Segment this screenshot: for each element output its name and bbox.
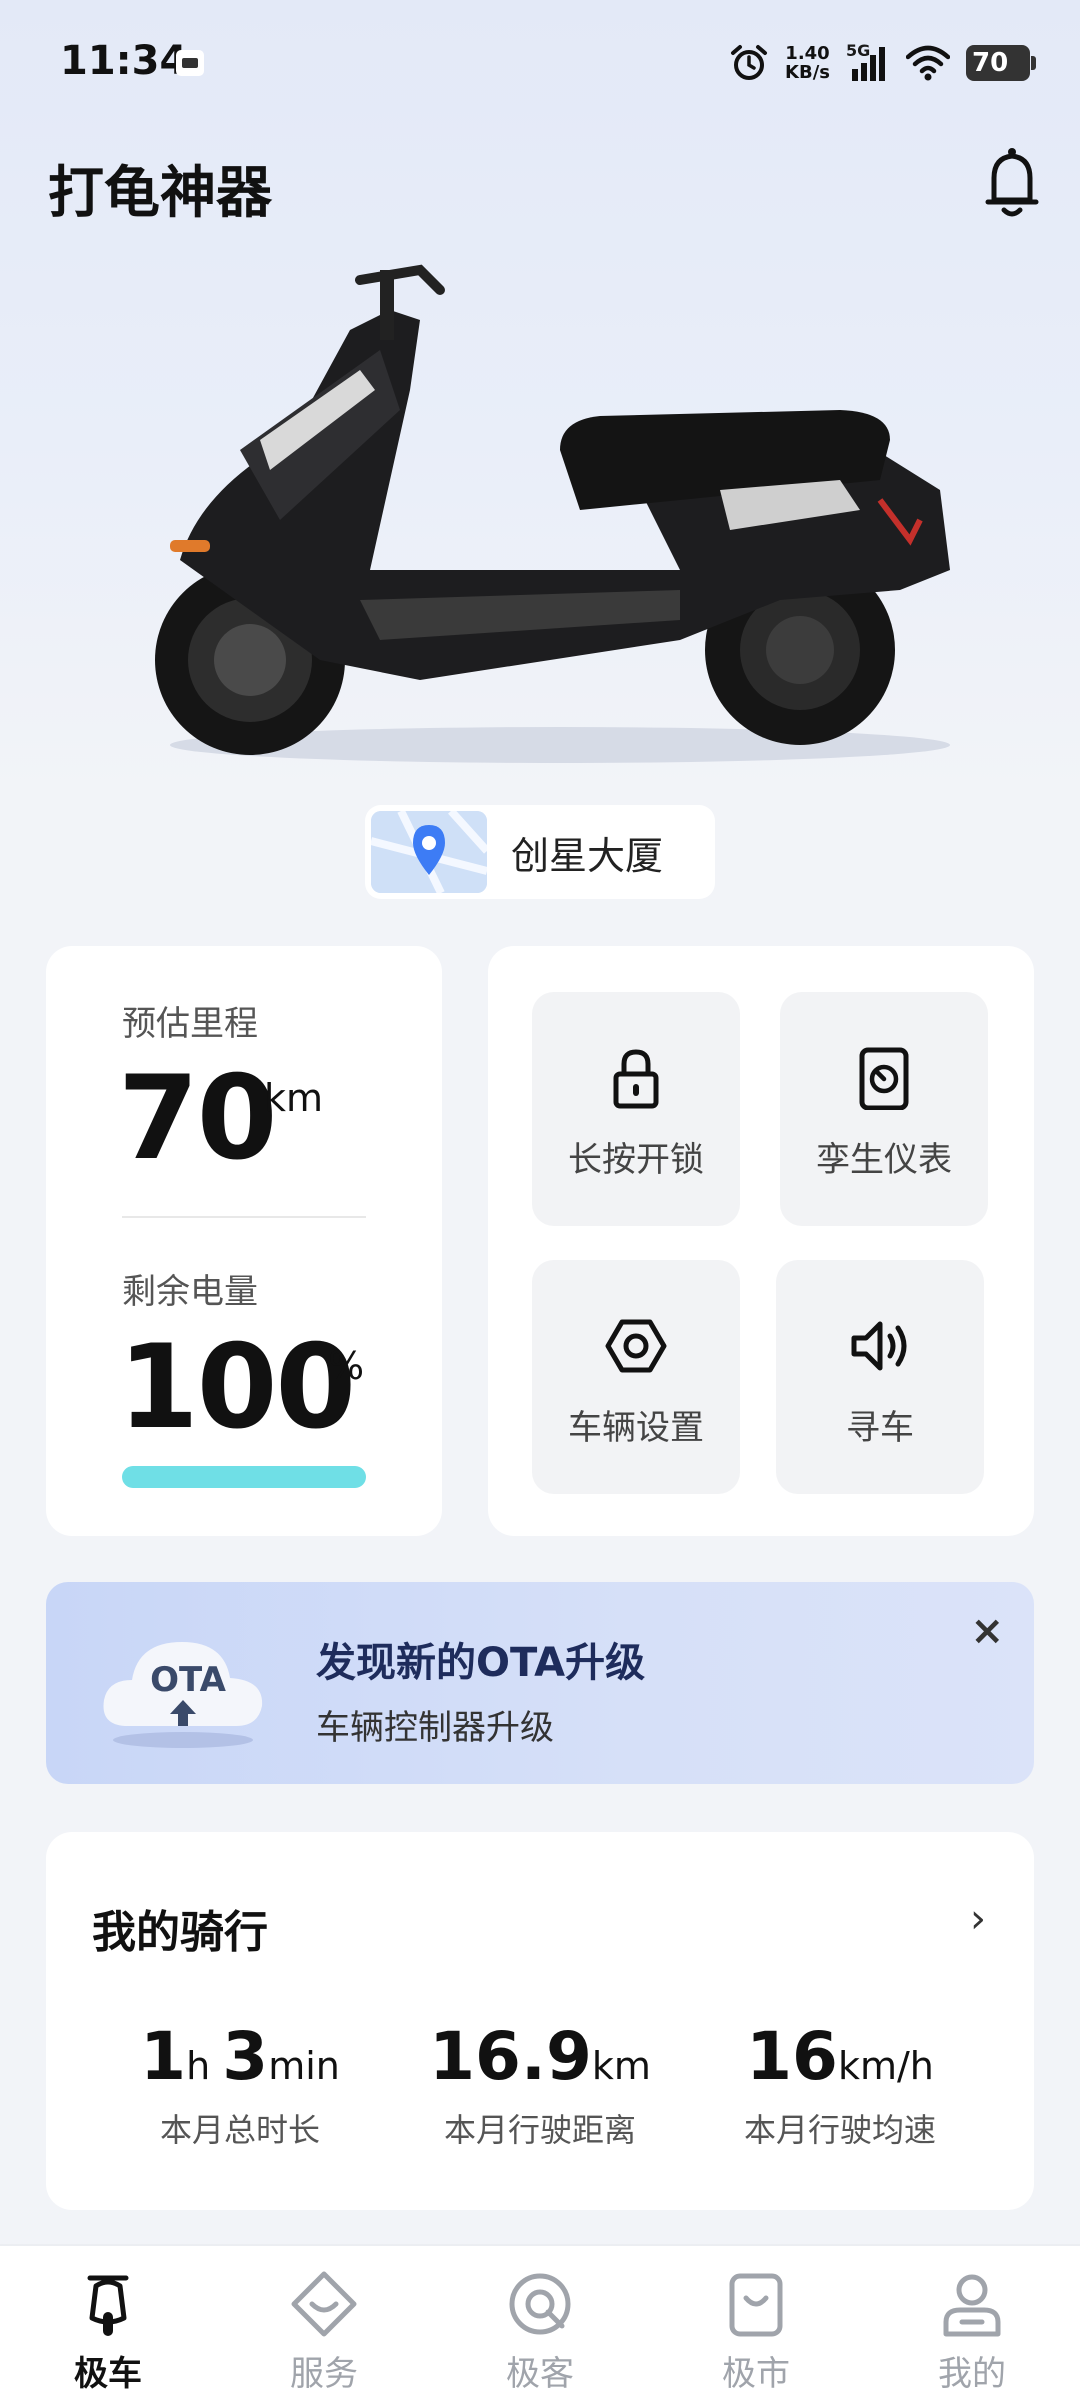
map-thumbnail [371, 811, 487, 893]
bell-icon[interactable] [980, 144, 1044, 220]
ride-stat-distance-value: 16.9km [380, 2018, 700, 2095]
battery-value: 100 [118, 1320, 356, 1455]
tab-vehicle[interactable]: 极车 [0, 2268, 216, 2395]
wifi-icon [906, 45, 950, 81]
range-value: 70 [118, 1051, 277, 1186]
notification-app-icon [176, 50, 204, 76]
tab-profile-label: 我的 [938, 2354, 1006, 2394]
chevron-right-icon[interactable]: › [970, 1896, 986, 1942]
tab-market[interactable]: 极市 [648, 2268, 864, 2395]
duration-hours: 1 [140, 2018, 187, 2095]
vehicle-settings-label: 车辆设置 [568, 1408, 704, 1448]
tab-geek[interactable]: 极客 [432, 2268, 648, 2395]
vehicle-settings-button[interactable]: 车辆设置 [532, 1260, 740, 1494]
network-speed-unit: KB/s [785, 62, 830, 83]
duration-minutes-unit: min [268, 2044, 340, 2088]
battery-label: 剩余电量 [122, 1272, 258, 1312]
unlock-label: 长按开锁 [568, 1140, 704, 1180]
location-pill[interactable]: 创星大厦 [365, 805, 715, 899]
tab-market-label: 极市 [722, 2354, 790, 2394]
distance-value: 16.9 [429, 2018, 592, 2095]
ride-stat-speed: 16km/h 本月行驶均速 [680, 2018, 1000, 2151]
duration-minutes: 3 [222, 2018, 269, 2095]
card-divider [122, 1216, 366, 1218]
bottom-tab-bar: 极车 服务 极客 极市 我的 [0, 2244, 1080, 2402]
ota-title: 发现新的OTA升级 [316, 1640, 646, 1686]
ride-stat-distance-label: 本月行驶距离 [443, 2111, 636, 2149]
signal-bars-icon [852, 47, 885, 81]
tab-profile[interactable]: 我的 [864, 2268, 1080, 2395]
unlock-button[interactable]: 长按开锁 [532, 992, 740, 1226]
my-rides-title: 我的骑行 [92, 1907, 268, 1958]
battery-unit: % [328, 1344, 365, 1388]
ota-cloud-label: OTA [150, 1660, 226, 1700]
alarm-icon [731, 45, 768, 80]
close-icon[interactable]: × [970, 1608, 1004, 1654]
ota-subtitle: 车辆控制器升级 [316, 1708, 554, 1748]
speaker-icon [851, 1321, 907, 1371]
speed-value: 16 [746, 2018, 838, 2095]
cell-signal: 5G [846, 41, 890, 83]
settings-hex-icon [605, 1319, 667, 1373]
status-bar: 11:34 1.40 KB/s 5G 70 [0, 0, 1080, 120]
battery-indicator: 70 [966, 45, 1036, 81]
compass-icon [509, 2273, 571, 2335]
ota-banner[interactable]: OTA 发现新的OTA升级 车辆控制器升级 × [46, 1582, 1034, 1784]
map-pin-icon [371, 811, 487, 893]
twin-dashboard-button[interactable]: 孪生仪表 [780, 992, 988, 1226]
my-rides-card[interactable]: 我的骑行 › 1h 3min 本月总时长 16.9km 本月行驶距离 16km/… [46, 1832, 1034, 2210]
ride-stat-distance: 16.9km 本月行驶距离 [380, 2018, 700, 2151]
ride-stat-speed-value: 16km/h [680, 2018, 1000, 2095]
dashboard-icon [859, 1047, 909, 1110]
ride-stat-duration: 1h 3min 本月总时长 [80, 2018, 400, 2151]
controls-card: 长按开锁 孪生仪表 车辆设置 寻车 [488, 946, 1034, 1536]
service-icon [291, 2271, 357, 2337]
find-vehicle-label: 寻车 [846, 1408, 914, 1448]
vehicle-status-card: 预估里程 70 km 剩余电量 100 % [46, 946, 442, 1536]
page-title: 打龟神器 [48, 161, 272, 226]
tab-geek-label: 极客 [506, 2354, 574, 2394]
range-unit: km [264, 1076, 324, 1120]
ride-stat-duration-label: 本月总时长 [159, 2111, 320, 2149]
ride-stat-duration-value: 1h 3min [80, 2018, 400, 2095]
location-name: 创星大厦 [511, 833, 664, 878]
speed-unit: km/h [837, 2044, 934, 2088]
range-label: 预估里程 [122, 1004, 258, 1044]
duration-hours-unit: h [186, 2044, 211, 2088]
find-vehicle-button[interactable]: 寻车 [776, 1260, 984, 1494]
user-icon [943, 2274, 1001, 2337]
shopping-bag-icon [729, 2273, 783, 2337]
tab-service[interactable]: 服务 [216, 2268, 432, 2395]
network-speed-value: 1.40 [785, 43, 830, 64]
status-time: 11:34 [60, 38, 188, 84]
distance-unit: km [591, 2044, 651, 2088]
tab-vehicle-label: 极车 [74, 2354, 142, 2394]
twin-dashboard-label: 孪生仪表 [816, 1140, 952, 1180]
scooter-image [155, 264, 950, 763]
ride-stat-speed-label: 本月行驶均速 [743, 2111, 936, 2149]
scooter-icon [87, 2275, 129, 2336]
lock-icon [613, 1049, 659, 1109]
battery-level-bar [122, 1466, 366, 1488]
network-speed: 1.40 KB/s [785, 44, 830, 82]
tab-service-label: 服务 [290, 2354, 358, 2394]
